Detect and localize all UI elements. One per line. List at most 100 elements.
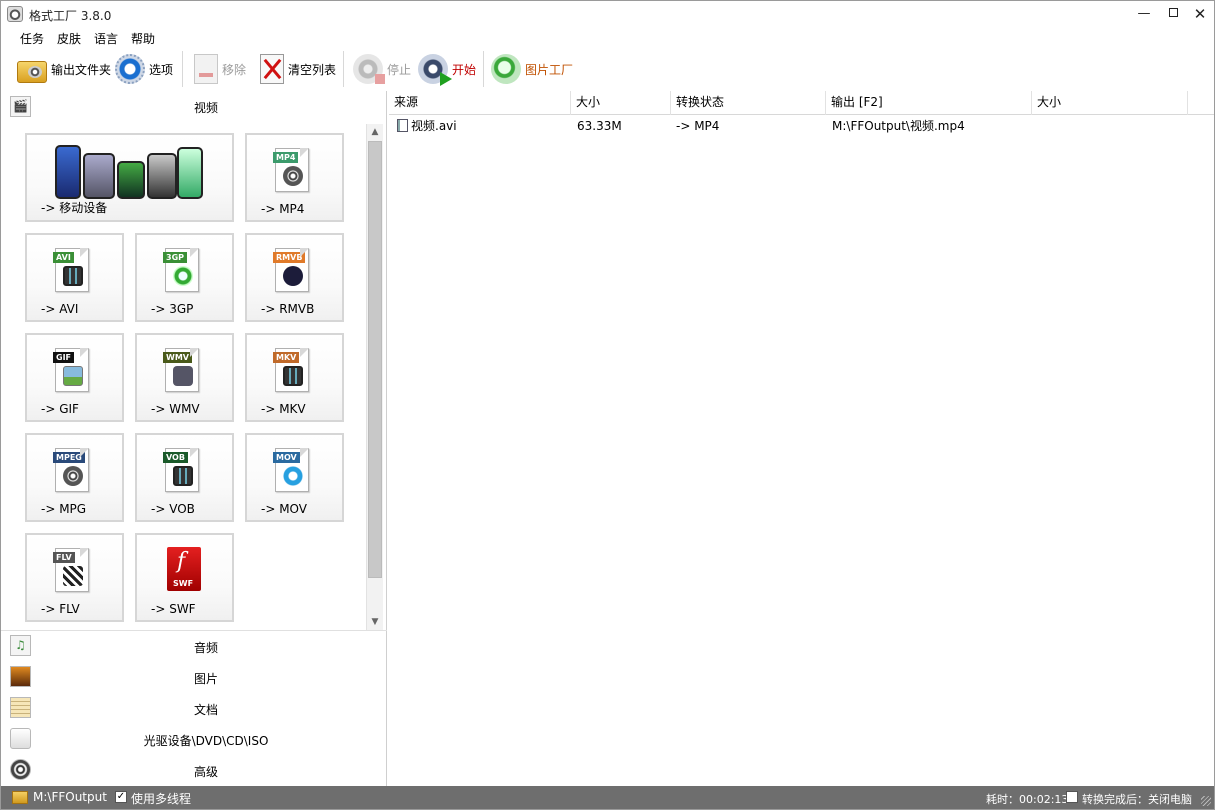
category-picture[interactable]: 图片 [1, 662, 387, 693]
tile-mov[interactable]: MOV -> MOV [245, 433, 344, 522]
options-icon [115, 54, 145, 84]
output-folder-button[interactable]: 输出文件夹 [17, 52, 111, 86]
title-bar: 格式工厂 3.8.0 — ✕ [1, 1, 1214, 27]
maximize-icon [1168, 8, 1178, 17]
column-header-status[interactable]: 转换状态 [671, 91, 826, 115]
video-format-grid: -> 移动设备 MP4 -> MP4 AVI -> AVI 3GP -> 3GP… [1, 131, 363, 631]
category-advanced[interactable]: 高级 [1, 755, 387, 786]
output-folder-icon [17, 61, 47, 83]
toolbar-separator [483, 51, 484, 87]
category-audio[interactable]: ♫ 音频 [1, 631, 387, 662]
remove-label: 移除 [222, 62, 247, 77]
clear-list-button[interactable]: 清空列表 [260, 52, 336, 86]
scroll-up-arrow-icon[interactable]: ▲ [367, 124, 383, 140]
scroll-down-arrow-icon[interactable]: ▼ [367, 614, 383, 630]
tile-mp4[interactable]: MP4 -> MP4 [245, 133, 344, 222]
output-path[interactable]: M:\FFOutput [33, 790, 107, 804]
picture-factory-button[interactable]: 图片工厂 [491, 52, 573, 86]
stop-button[interactable]: 停止 [353, 52, 411, 86]
start-button[interactable]: 开始 [418, 52, 476, 86]
tile-vob[interactable]: VOB -> VOB [135, 433, 234, 522]
toolbar-separator [343, 51, 344, 87]
options-label: 选项 [149, 62, 174, 77]
tile-3gp[interactable]: 3GP -> 3GP [135, 233, 234, 322]
table-row[interactable]: 视频.avi 63.33M -> MP4 M:\FFOutput\视频.mp4 [389, 115, 1214, 137]
tile-label: -> MP4 [261, 202, 305, 216]
picture-factory-icon [491, 54, 521, 84]
cell-output: M:\FFOutput\视频.mp4 [832, 119, 965, 133]
rmvb-file-icon: RMVB [273, 248, 309, 292]
tile-label: -> MOV [261, 502, 307, 516]
scroll-thumb[interactable] [368, 141, 382, 578]
gif-file-icon: GIF [53, 348, 89, 392]
menu-task[interactable]: 任务 [20, 30, 44, 47]
app-window: 格式工厂 3.8.0 — ✕ 任务 皮肤 语言 帮助 输出文件夹 选项 移除 清… [0, 0, 1215, 810]
category-video-header[interactable]: 🎬 视频 [1, 91, 387, 121]
stop-label: 停止 [387, 62, 412, 77]
multithread-label: 使用多线程 [131, 792, 192, 806]
column-header-size[interactable]: 大小 [571, 91, 671, 115]
output-folder-status-icon[interactable] [12, 791, 28, 804]
column-header-output[interactable]: 输出 [F2] [826, 91, 1032, 115]
category-video-label: 视频 [193, 101, 218, 115]
menu-skin[interactable]: 皮肤 [57, 30, 81, 47]
tile-label: -> AVI [41, 302, 79, 316]
close-button[interactable]: ✕ [1183, 1, 1215, 27]
column-header-source[interactable]: 来源 [389, 91, 571, 115]
toolbar: 输出文件夹 选项 移除 清空列表 停止 开始 图片工厂 [1, 47, 1214, 91]
tile-mkv[interactable]: MKV -> MKV [245, 333, 344, 422]
wmv-file-icon: WMV [163, 348, 199, 392]
tile-gif[interactable]: GIF -> GIF [25, 333, 124, 422]
clear-list-icon [260, 54, 284, 84]
remove-button[interactable]: 移除 [194, 52, 246, 86]
tile-label: -> MPG [41, 502, 87, 516]
3gp-file-icon: 3GP [163, 248, 199, 292]
task-table-header: 来源 大小 转换状态 输出 [F2] 大小 [389, 91, 1214, 115]
category-document[interactable]: 文档 [1, 693, 387, 724]
mkv-file-icon: MKV [273, 348, 309, 392]
category-list: ♫ 音频 图片 文档 光驱设备\DVD\CD\ISO 高级 [1, 630, 387, 786]
tile-avi[interactable]: AVI -> AVI [25, 233, 124, 322]
format-scrollbar[interactable]: ▲ ▼ [366, 124, 383, 630]
tile-wmv[interactable]: WMV -> WMV [135, 333, 234, 422]
tile-mobile-devices[interactable]: -> 移动设备 [25, 133, 234, 222]
tile-label: -> GIF [41, 402, 79, 416]
app-icon [7, 6, 23, 22]
clear-list-label: 清空列表 [288, 62, 337, 77]
start-icon [418, 54, 452, 86]
tile-mpg[interactable]: MPEG -> MPG [25, 433, 124, 522]
tile-flv[interactable]: FLV -> FLV [25, 533, 124, 622]
avi-file-icon: AVI [53, 248, 89, 292]
cell-source: 视频.avi [391, 115, 571, 137]
options-button[interactable]: 选项 [115, 52, 173, 86]
tile-label: -> SWF [151, 602, 196, 616]
menu-language[interactable]: 语言 [94, 30, 118, 47]
flv-file-icon: FLV [53, 548, 89, 592]
picture-factory-label: 图片工厂 [525, 62, 574, 77]
cell-status: -> MP4 [676, 119, 720, 133]
tile-label: -> MKV [261, 402, 306, 416]
format-panel: 🎬 视频 -> 移动设备 MP4 -> MP4 AVI -> AVI 3GP -… [1, 91, 387, 786]
tile-rmvb[interactable]: RMVB -> RMVB [245, 233, 344, 322]
tile-swf[interactable]: f SWF -> SWF [135, 533, 234, 622]
after-convert-label: 转换完成后：关闭电脑 [1082, 793, 1192, 806]
output-folder-label: 输出文件夹 [51, 62, 112, 77]
category-optical-drive[interactable]: 光驱设备\DVD\CD\ISO [1, 724, 387, 755]
video-file-icon [397, 119, 408, 132]
column-header-output-size[interactable]: 大小 [1032, 91, 1188, 115]
resize-grip-icon[interactable] [1201, 796, 1211, 806]
multithread-checkbox[interactable]: ✓ [115, 791, 127, 803]
elapsed-time: 耗时：00:02:13 [986, 793, 1069, 806]
mobile-devices-icon [53, 141, 209, 199]
menu-help[interactable]: 帮助 [131, 30, 155, 47]
swf-file-icon: f SWF [167, 547, 201, 591]
start-label: 开始 [452, 62, 477, 77]
tile-label: -> 移动设备 [41, 201, 108, 215]
status-bar: M:\FFOutput ✓ 使用多线程 耗时：00:02:13 转换完成后：关闭… [1, 786, 1214, 809]
window-title: 格式工厂 3.8.0 [29, 9, 112, 23]
after-convert-checkbox[interactable] [1066, 791, 1078, 803]
toolbar-separator [182, 51, 183, 87]
remove-icon [194, 54, 218, 84]
stop-icon [353, 54, 385, 84]
menu-bar: 任务 皮肤 语言 帮助 [1, 27, 1214, 47]
